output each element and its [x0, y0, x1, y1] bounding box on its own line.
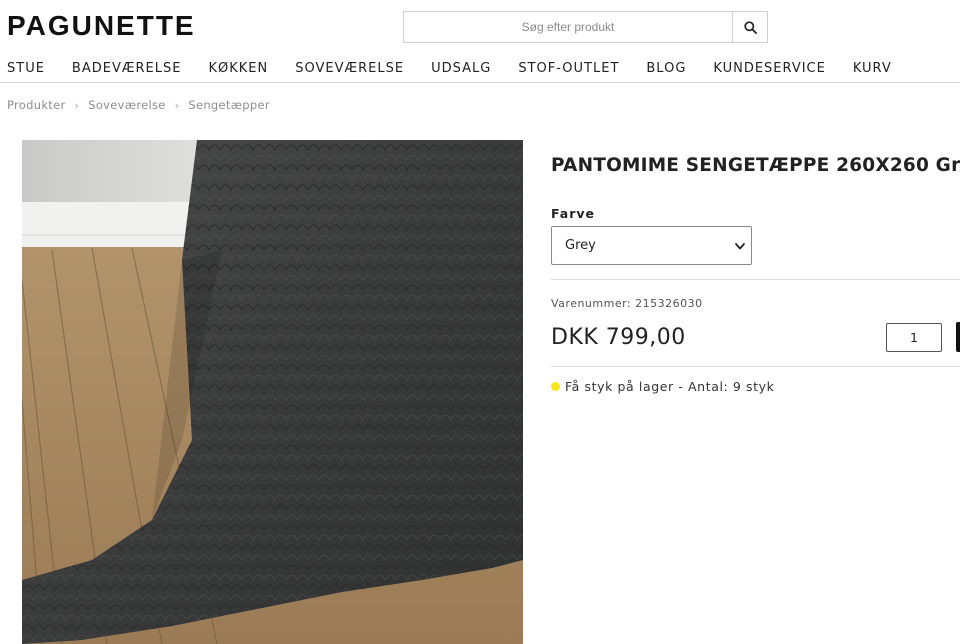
breadcrumb: Produkter › Soveværelse › Sengetæpper: [7, 98, 270, 112]
chevron-right-icon: ›: [174, 98, 180, 112]
nav-item-sovevaerelse[interactable]: SOVEVÆRELSE: [295, 61, 404, 76]
breadcrumb-sengetaepper[interactable]: Sengetæpper: [188, 98, 270, 112]
search-box: [403, 11, 768, 43]
nav-item-badevaerelse[interactable]: BADEVÆRELSE: [72, 61, 182, 76]
nav-item-kurv[interactable]: KURV: [853, 61, 892, 76]
nav-item-blog[interactable]: BLOG: [646, 61, 686, 76]
color-select[interactable]: Grey: [551, 226, 752, 265]
search-icon: [743, 20, 757, 34]
stock-indicator-icon: [551, 382, 560, 391]
search-button[interactable]: [732, 12, 767, 42]
product-image[interactable]: [22, 140, 523, 644]
product-price: DKK 799,00: [551, 325, 686, 350]
color-select-value: Grey: [565, 238, 596, 253]
search-input[interactable]: [404, 12, 732, 42]
add-to-cart-button[interactable]: [956, 322, 960, 352]
product-title: PANTOMIME SENGETÆPPE 260X260 Grey: [551, 155, 960, 176]
breadcrumb-sovevaerelse[interactable]: Soveværelse: [88, 98, 165, 112]
nav-item-stof-outlet[interactable]: STOF-OUTLET: [518, 61, 619, 76]
nav-item-kundeservice[interactable]: KUNDESERVICE: [713, 61, 825, 76]
color-label: Farve: [551, 206, 596, 221]
chevron-down-icon: [735, 243, 745, 250]
breadcrumb-produkter[interactable]: Produkter: [7, 98, 66, 112]
divider: [551, 279, 960, 280]
nav-item-udsalg[interactable]: UDSALG: [431, 61, 491, 76]
bedspread-photo: [22, 140, 523, 644]
chevron-right-icon: ›: [74, 98, 80, 112]
sku-text: Varenummer: 215326030: [551, 297, 703, 310]
stock-text: Få styk på lager - Antal: 9 styk: [565, 379, 775, 394]
quantity-input[interactable]: [886, 323, 942, 352]
divider: [551, 366, 960, 367]
stock-status: Få styk på lager - Antal: 9 styk: [551, 379, 775, 394]
nav-item-koekken[interactable]: KØKKEN: [208, 61, 268, 76]
main-navigation: STUE BADEVÆRELSE KØKKEN SOVEVÆRELSE UDSA…: [0, 59, 960, 83]
nav-item-stue[interactable]: STUE: [7, 61, 45, 76]
site-logo[interactable]: PAGUNETTE: [7, 11, 196, 41]
